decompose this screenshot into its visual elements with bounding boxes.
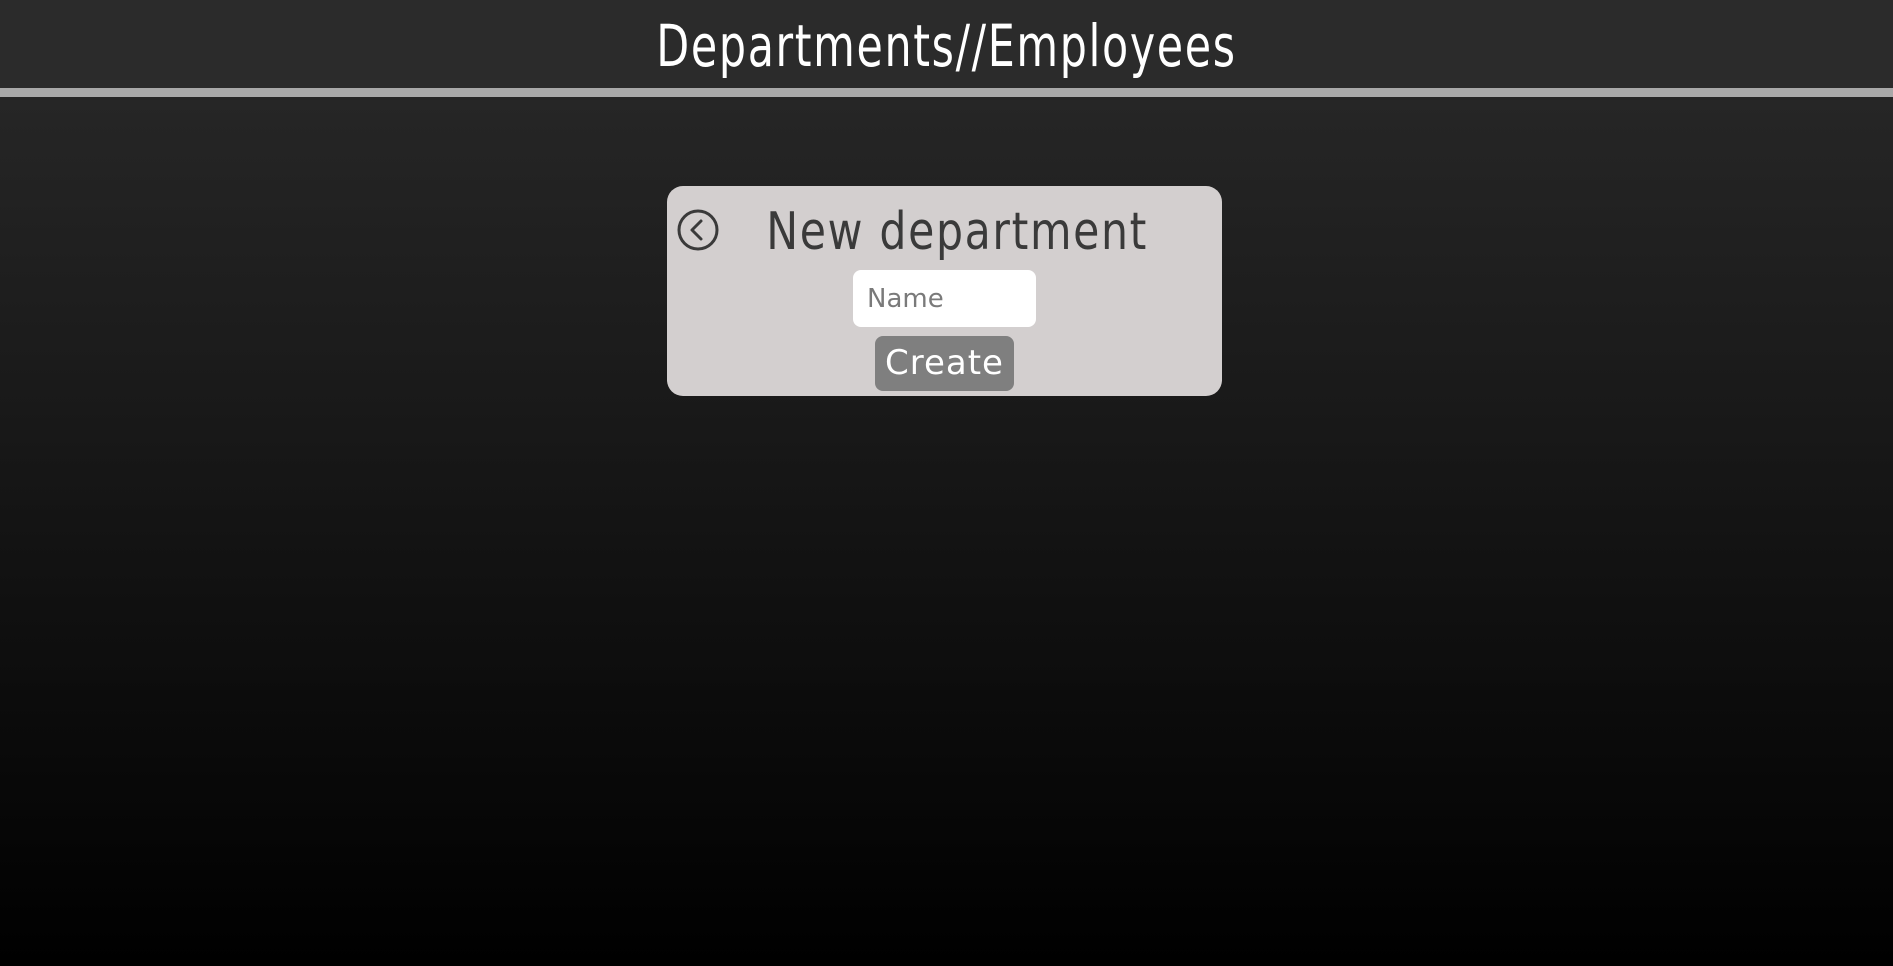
form-title: New department (766, 202, 1149, 262)
app-header: Departments//Employees (0, 0, 1893, 97)
new-department-card: New department Create (667, 186, 1222, 396)
back-button[interactable] (677, 209, 719, 251)
department-name-input[interactable] (853, 270, 1036, 327)
page-title: Departments//Employees (656, 12, 1237, 80)
create-button[interactable]: Create (875, 336, 1014, 391)
chevron-left-circle-icon (677, 209, 719, 251)
